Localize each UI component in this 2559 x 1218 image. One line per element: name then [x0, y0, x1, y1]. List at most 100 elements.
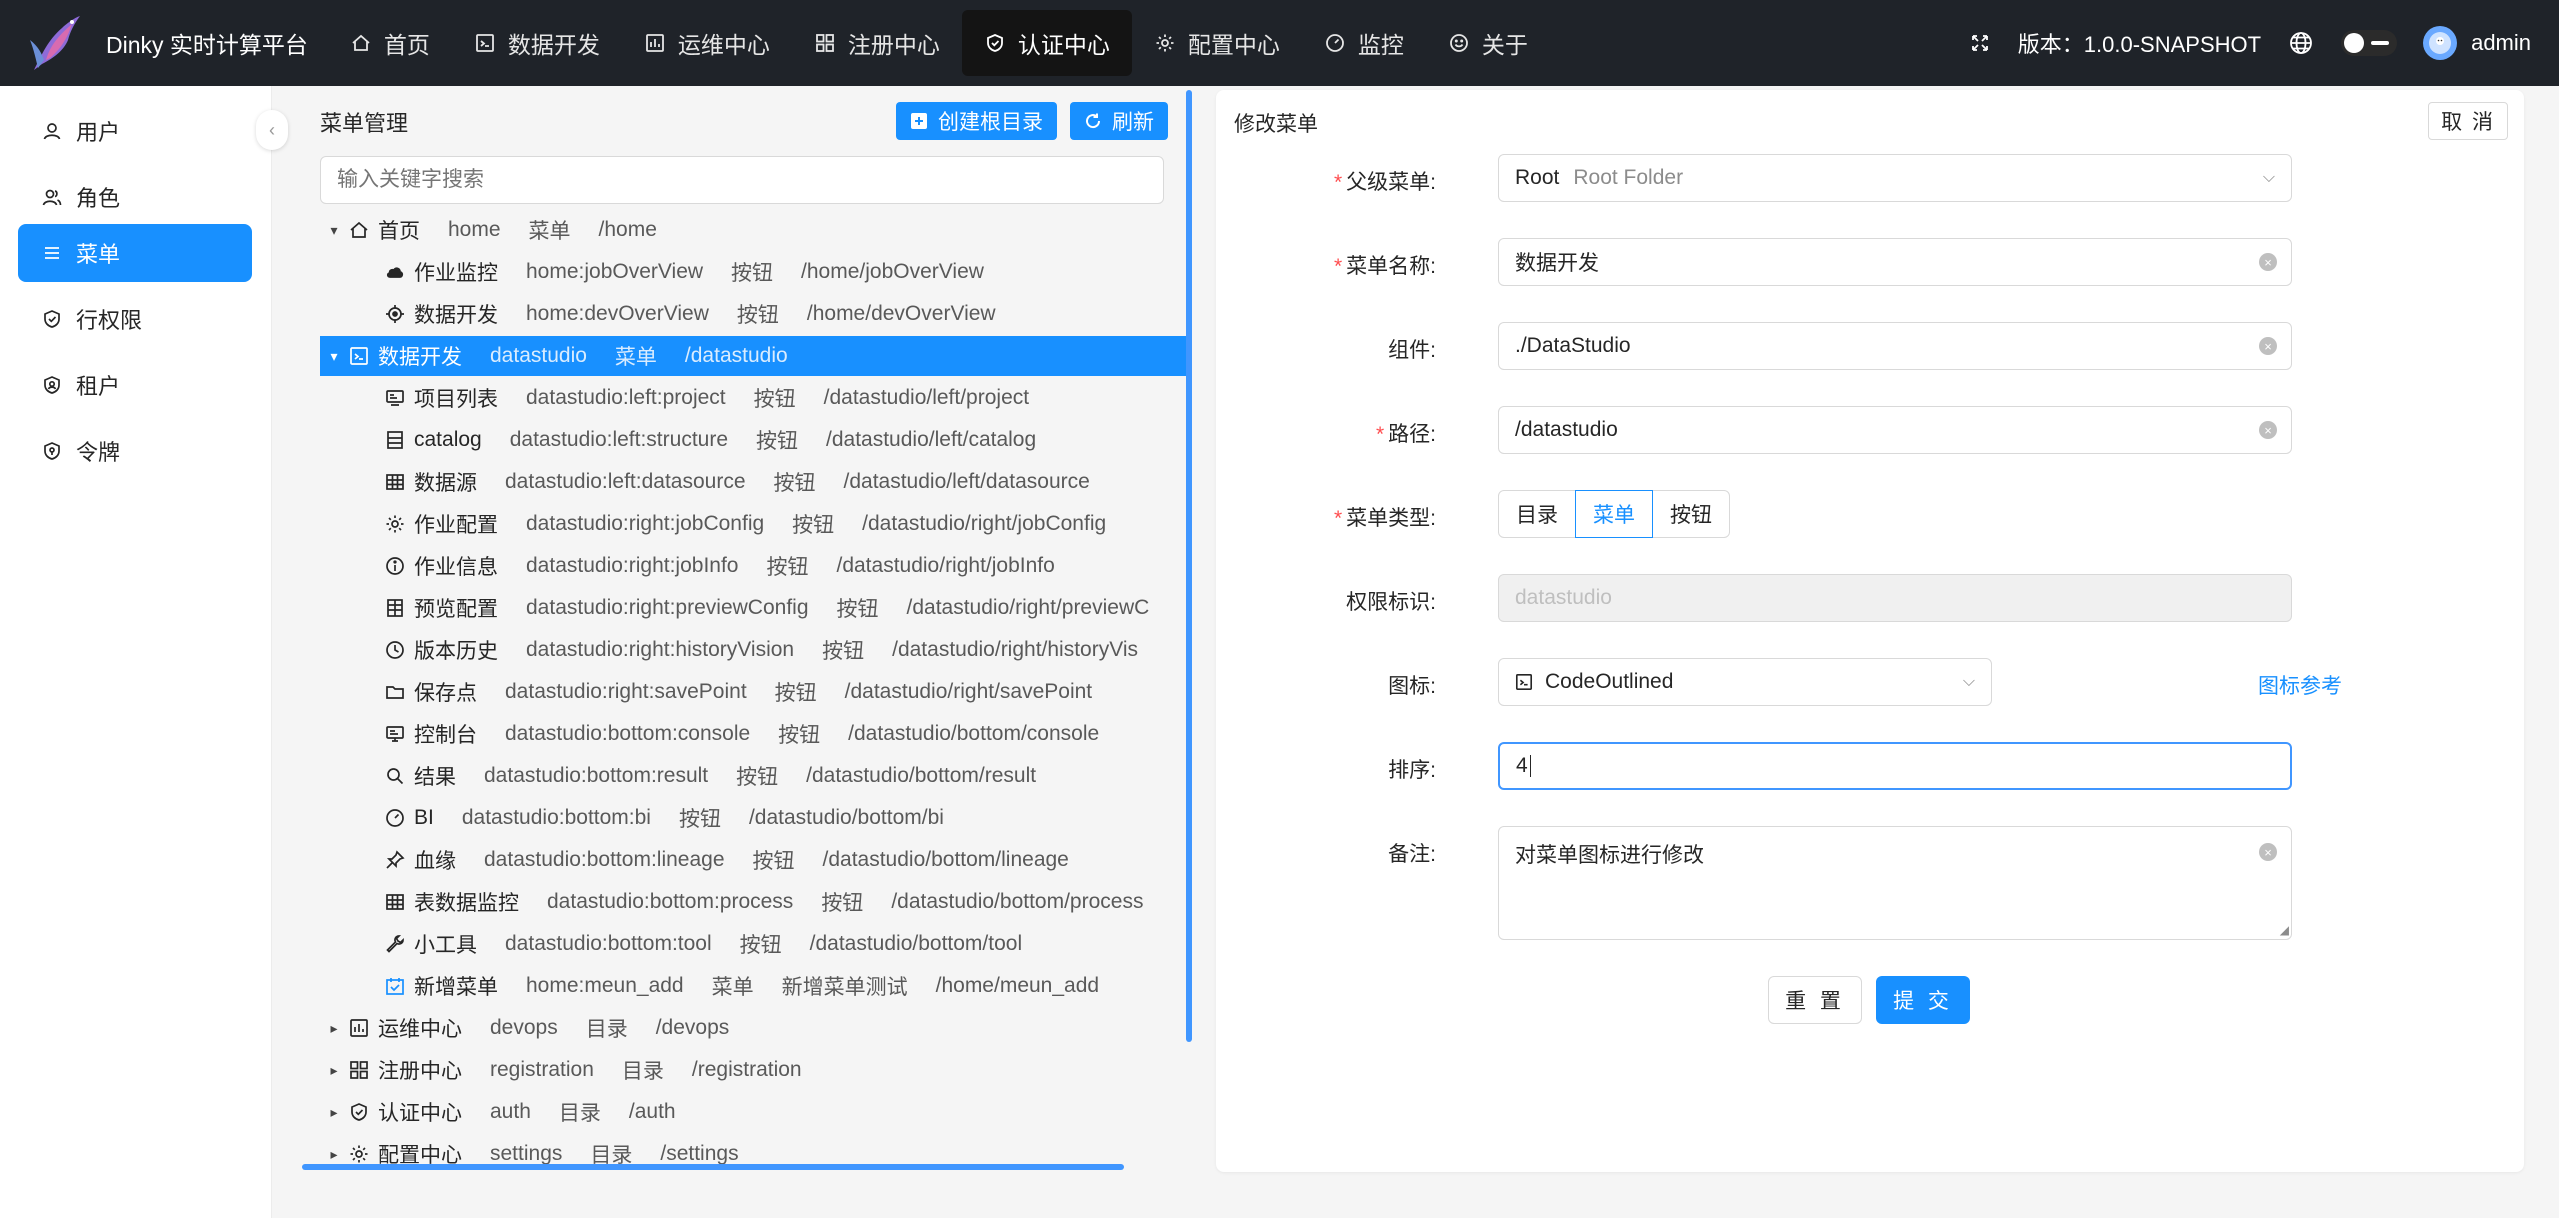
sidebar-item-token[interactable]: 令牌	[18, 422, 252, 480]
tree-row[interactable]: 作业信息 datastudio:right:jobInfo 按钮/datastudi…	[320, 546, 1190, 586]
edit-menu-panel: 修改菜单 取 消 * 父级菜单: Root Root Folder ⌵ * 菜单名称…	[1216, 90, 2524, 1172]
sidebar-item-menu[interactable]: 菜单	[18, 224, 252, 282]
path-input[interactable]: /datastudio ×	[1498, 406, 2292, 454]
clear-icon[interactable]: ×	[2259, 337, 2277, 355]
nav-settings[interactable]: 配置中心	[1132, 10, 1302, 76]
tree-row[interactable]: ▸ 认证中心 auth 目录/auth	[320, 1092, 1190, 1132]
cancel-button[interactable]: 取 消	[2428, 102, 2508, 140]
tree-row[interactable]: 结果 datastudio:bottom:result 按钮/datastudio/…	[320, 756, 1190, 796]
path-value: /datastudio	[1515, 418, 1618, 441]
submit-button[interactable]: 提 交	[1876, 976, 1970, 1024]
caret-right-icon[interactable]: ▸	[320, 1146, 348, 1163]
tenant-icon	[42, 375, 62, 395]
menu-type-directory[interactable]: 目录	[1498, 490, 1576, 538]
nav-home[interactable]: 首页	[328, 10, 452, 76]
tree-node-path: /home/devOverView	[806, 302, 996, 325]
order-input[interactable]: 4	[1498, 742, 2292, 790]
nav-auth[interactable]: 认证中心	[961, 10, 1132, 76]
parent-menu-select[interactable]: Root Root Folder ⌵	[1498, 154, 2292, 202]
parent-menu-value: Root	[1515, 166, 1560, 189]
sidebar-item-users[interactable]: 用户	[18, 102, 252, 160]
icon-select[interactable]: CodeOutlined ⌵	[1498, 658, 1992, 706]
nav-about[interactable]: 关于	[1426, 10, 1550, 76]
tree-node-key: home	[448, 218, 501, 241]
tree-row[interactable]: ▸ 注册中心 registration 目录/registration	[320, 1050, 1190, 1090]
tree-row[interactable]: 血缘 datastudio:bottom:lineage 按钮/datastudio…	[320, 840, 1190, 880]
tree-row[interactable]: 项目列表 datastudio:left:project 按钮/datastudio…	[320, 378, 1190, 418]
search-input[interactable]	[320, 156, 1164, 204]
chevron-left-icon: ‹	[269, 119, 275, 140]
sidebar-item-row-permission[interactable]: 行权限	[18, 290, 252, 348]
caret-right-icon[interactable]: ▸	[320, 1020, 348, 1037]
nav-monitor[interactable]: 监控	[1302, 10, 1426, 76]
tree-row[interactable]: 控制台 datastudio:bottom:console 按钮/datastudi…	[320, 714, 1190, 754]
clear-icon[interactable]: ×	[2259, 253, 2277, 271]
resize-handle-icon[interactable]: ◢	[2280, 923, 2289, 937]
menu-type-menu[interactable]: 菜单	[1575, 490, 1653, 538]
nav-devops[interactable]: 运维中心	[622, 10, 792, 76]
username[interactable]: admin	[2471, 30, 2531, 56]
safety-icon	[984, 32, 1006, 54]
caret-right-icon[interactable]: ▸	[320, 1104, 348, 1121]
caret-down-icon[interactable]: ▾	[320, 348, 348, 365]
tree-horizontal-scrollbar[interactable]	[302, 1164, 1124, 1170]
menu-name-input[interactable]: 数据开发 ×	[1498, 238, 2292, 286]
tree-node-name: 数据开发	[378, 346, 462, 369]
sidebar-item-tenant[interactable]: 租户	[18, 356, 252, 414]
create-root-button[interactable]: 创建根目录	[896, 102, 1057, 140]
tree-row[interactable]: BI datastudio:bottom:bi 按钮/datastudio/bott…	[320, 798, 1190, 838]
tree-row[interactable]: 作业监控 home:jobOverView 按钮/home/jobOverView	[320, 252, 1190, 292]
clear-icon[interactable]: ×	[2259, 421, 2277, 439]
tree-row[interactable]: 预览配置 datastudio:right:previewConfig 按钮/dat…	[320, 588, 1190, 628]
tree-node-path: /datastudio/bottom/result	[806, 764, 1037, 787]
tree-node-key: datastudio:right:historyVision	[526, 638, 795, 661]
tree-node-name: 版本历史	[414, 640, 498, 663]
caret-down-icon[interactable]: ▾	[320, 222, 348, 239]
safety-icon	[348, 1101, 370, 1123]
note-textarea[interactable]: 对菜单图标进行修改 × ◢	[1498, 826, 2292, 940]
tree-node-type: 按钮	[792, 514, 835, 537]
tree-row[interactable]: ▾ 数据开发 datastudio 菜单/datastudio	[320, 336, 1190, 376]
caret-right-icon[interactable]: ▸	[320, 1062, 348, 1079]
clear-icon[interactable]: ×	[2259, 843, 2277, 861]
tree-node-type: 按钮	[753, 388, 796, 411]
version-text: 版本：1.0.0-SNAPSHOT	[2017, 32, 2262, 57]
tree-row[interactable]: 作业配置 datastudio:right:jobConfig 按钮/datastu…	[320, 504, 1190, 544]
tree-node-key: datastudio	[490, 344, 587, 367]
nav-home-label: 首页	[383, 32, 430, 58]
tree-row[interactable]: 版本历史 datastudio:right:historyVision 按钮/dat…	[320, 630, 1190, 670]
tree-row[interactable]: ▾ 首页 home 菜单/home	[320, 210, 1190, 250]
nav-registration[interactable]: 注册中心	[792, 10, 962, 76]
icon-reference-link[interactable]: 图标参考	[2258, 670, 2342, 700]
fullscreen-icon[interactable]	[1970, 33, 1990, 53]
tree-node-key: auth	[490, 1100, 531, 1123]
tree-row[interactable]: 小工具 datastudio:bottom:tool 按钮/datastudio/b…	[320, 924, 1190, 964]
tree-node-name: 表数据监控	[414, 892, 519, 915]
tree-row[interactable]: catalog datastudio:left:structure 按钮/datas…	[320, 420, 1190, 460]
menu-type-button[interactable]: 按钮	[1652, 490, 1730, 538]
tree-node-name: 血缘	[414, 850, 456, 873]
tree-row[interactable]: 新增菜单 home:meun_add 菜单 新增菜单测试/home/meun_add	[320, 966, 1190, 1006]
tree-vertical-scrollbar[interactable]	[1186, 90, 1192, 1042]
component-input[interactable]: ./DataStudio ×	[1498, 322, 2292, 370]
sidebar-item-roles[interactable]: 角色	[18, 168, 252, 226]
avatar[interactable]	[2423, 26, 2458, 60]
desktop-icon	[384, 723, 406, 745]
theme-toggle[interactable]	[2341, 30, 2398, 56]
tree-node-type: 按钮	[774, 682, 817, 705]
sidebar-collapse-button[interactable]: ‹	[256, 110, 288, 150]
refresh-button[interactable]: 刷新	[1070, 102, 1168, 140]
create-root-label: 创建根目录	[938, 111, 1043, 134]
tree-row[interactable]: 保存点 datastudio:right:savePoint 按钮/datastud…	[320, 672, 1190, 712]
nav-data-dev[interactable]: 数据开发	[452, 10, 622, 76]
reset-button[interactable]: 重 置	[1768, 976, 1862, 1024]
tree-row[interactable]: ▸ 运维中心 devops 目录/devops	[320, 1008, 1190, 1048]
tree-row[interactable]: 数据源 datastudio:left:datasource 按钮/datastud…	[320, 462, 1190, 502]
tree-node-path: /datastudio/right/jobConfig	[862, 512, 1107, 535]
tree-row[interactable]: 数据开发 home:devOverView 按钮/home/devOverView	[320, 294, 1190, 334]
tree-node-name: BI	[414, 806, 434, 829]
language-icon[interactable]	[2289, 31, 2313, 55]
nav-data-dev-label: 数据开发	[507, 32, 600, 58]
dinky-logo[interactable]	[20, 0, 92, 86]
tree-row[interactable]: 表数据监控 datastudio:bottom:process 按钮/datastu…	[320, 882, 1190, 922]
